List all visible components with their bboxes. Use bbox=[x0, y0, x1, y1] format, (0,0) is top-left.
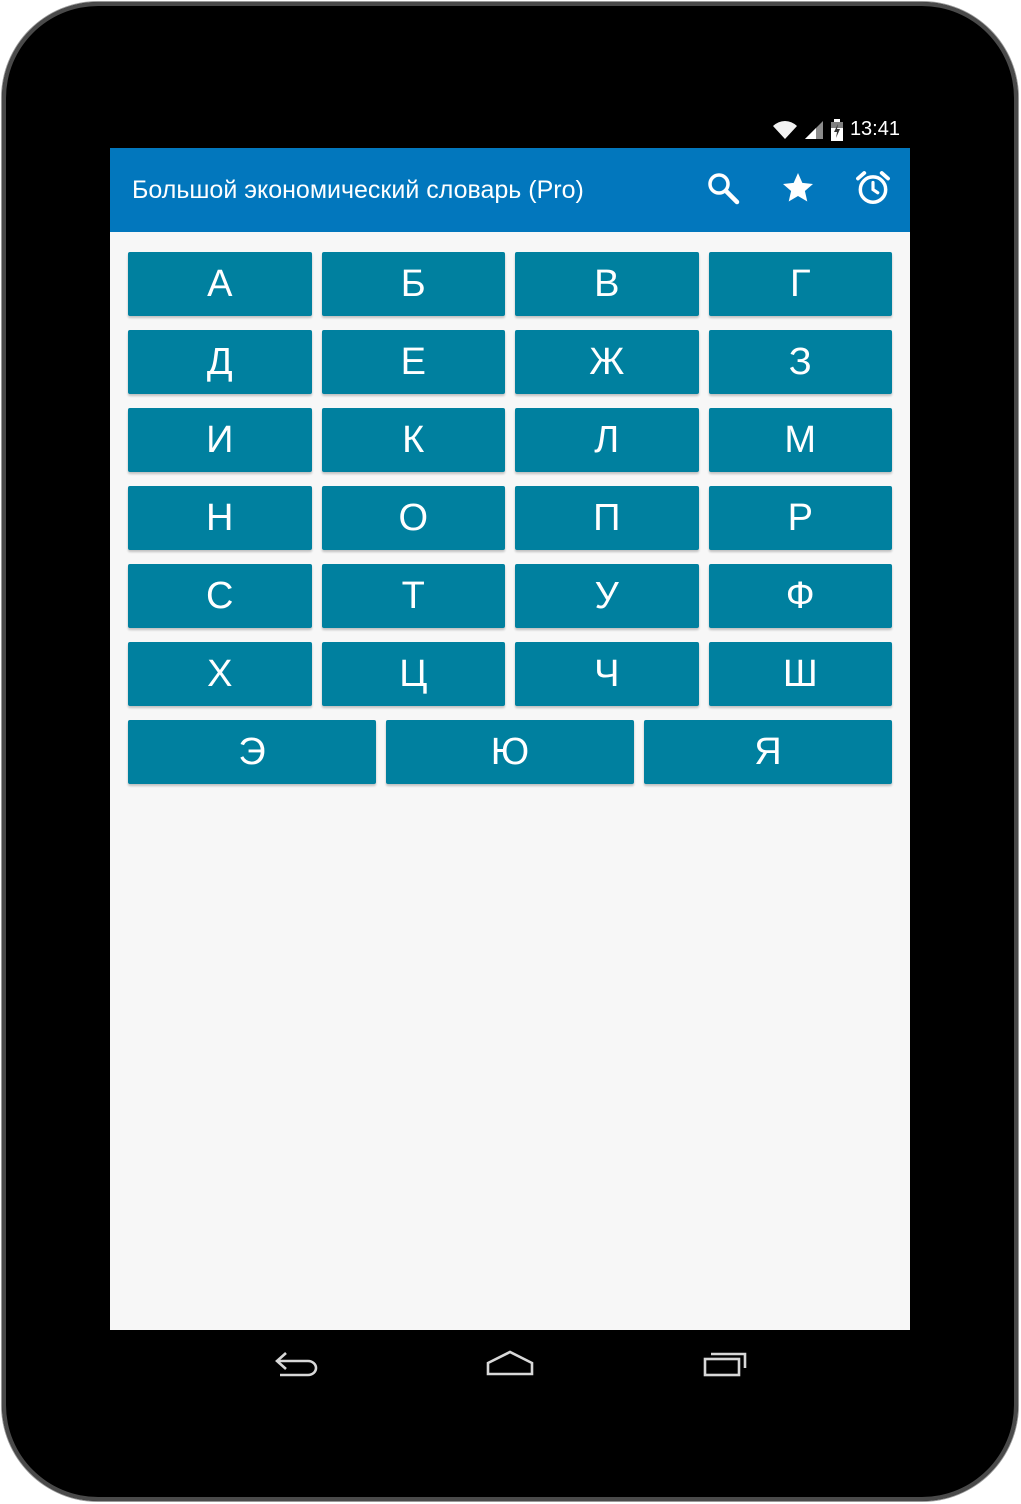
letter-button[interactable]: А bbox=[128, 252, 312, 316]
favorites-button[interactable] bbox=[760, 148, 835, 232]
back-icon bbox=[272, 1349, 318, 1382]
recents-icon bbox=[701, 1348, 749, 1383]
letter-button[interactable]: О bbox=[321, 486, 505, 550]
alphabet-row: Н О П Р bbox=[128, 486, 892, 550]
letter-button[interactable]: Ю bbox=[386, 720, 634, 784]
alphabet-row: Х Ц Ч Ш bbox=[128, 642, 892, 706]
letter-button[interactable]: Б bbox=[321, 252, 505, 316]
letter-button[interactable]: Н bbox=[128, 486, 312, 550]
letter-button[interactable]: Д bbox=[128, 330, 312, 394]
letter-button[interactable]: С bbox=[128, 564, 312, 628]
wifi-icon bbox=[772, 120, 798, 140]
battery-icon bbox=[830, 118, 844, 141]
letter-button[interactable]: Л bbox=[515, 408, 699, 472]
letter-button[interactable]: М bbox=[708, 408, 892, 472]
alphabet-row: Д Е Ж З bbox=[128, 330, 892, 394]
letter-button[interactable]: Р bbox=[708, 486, 892, 550]
letter-button[interactable]: Ф bbox=[708, 564, 892, 628]
letter-button[interactable]: И bbox=[128, 408, 312, 472]
home-icon bbox=[485, 1349, 535, 1382]
letter-button[interactable]: Г bbox=[708, 252, 892, 316]
search-button[interactable] bbox=[685, 148, 760, 232]
app-title: Большой экономический словарь (Pro) bbox=[132, 175, 584, 204]
letter-button[interactable]: Ш bbox=[708, 642, 892, 706]
status-bar: 13:41 bbox=[110, 112, 910, 148]
screen: 13:41 Большой экономический словарь (Pro… bbox=[110, 112, 910, 1330]
search-icon bbox=[706, 171, 740, 210]
letter-button[interactable]: К bbox=[321, 408, 505, 472]
letter-button[interactable]: Е bbox=[321, 330, 505, 394]
star-icon bbox=[779, 170, 817, 211]
letter-button[interactable]: Я bbox=[644, 720, 892, 784]
letter-button[interactable]: Ж bbox=[515, 330, 699, 394]
letter-button[interactable]: У bbox=[515, 564, 699, 628]
reminder-button[interactable] bbox=[835, 148, 910, 232]
letter-button[interactable]: П bbox=[515, 486, 699, 550]
home-button[interactable] bbox=[465, 1342, 555, 1388]
alphabet-row: И К Л М bbox=[128, 408, 892, 472]
alphabet-row: С Т У Ф bbox=[128, 564, 892, 628]
app-bar: Большой экономический словарь (Pro) bbox=[110, 148, 910, 232]
recents-button[interactable] bbox=[680, 1342, 770, 1388]
alphabet-grid: А Б В Г Д Е Ж З И К Л М Н О П Р С Т У Ф … bbox=[128, 252, 892, 784]
letter-button[interactable]: З bbox=[708, 330, 892, 394]
alphabet-row: Э Ю Я bbox=[128, 720, 892, 784]
signal-icon bbox=[804, 120, 824, 140]
letter-button[interactable]: Ч bbox=[515, 642, 699, 706]
alphabet-row: А Б В Г bbox=[128, 252, 892, 316]
navigation-bar bbox=[110, 1330, 910, 1400]
back-button[interactable] bbox=[250, 1342, 340, 1388]
letter-button[interactable]: Э bbox=[128, 720, 376, 784]
letter-button[interactable]: Х bbox=[128, 642, 312, 706]
alarm-icon bbox=[854, 169, 892, 212]
letter-button[interactable]: Т bbox=[321, 564, 505, 628]
letter-button[interactable]: В bbox=[515, 252, 699, 316]
alphabet-content: А Б В Г Д Е Ж З И К Л М Н О П Р С Т У Ф … bbox=[110, 232, 910, 1330]
status-time: 13:41 bbox=[849, 118, 900, 140]
letter-button[interactable]: Ц bbox=[321, 642, 505, 706]
